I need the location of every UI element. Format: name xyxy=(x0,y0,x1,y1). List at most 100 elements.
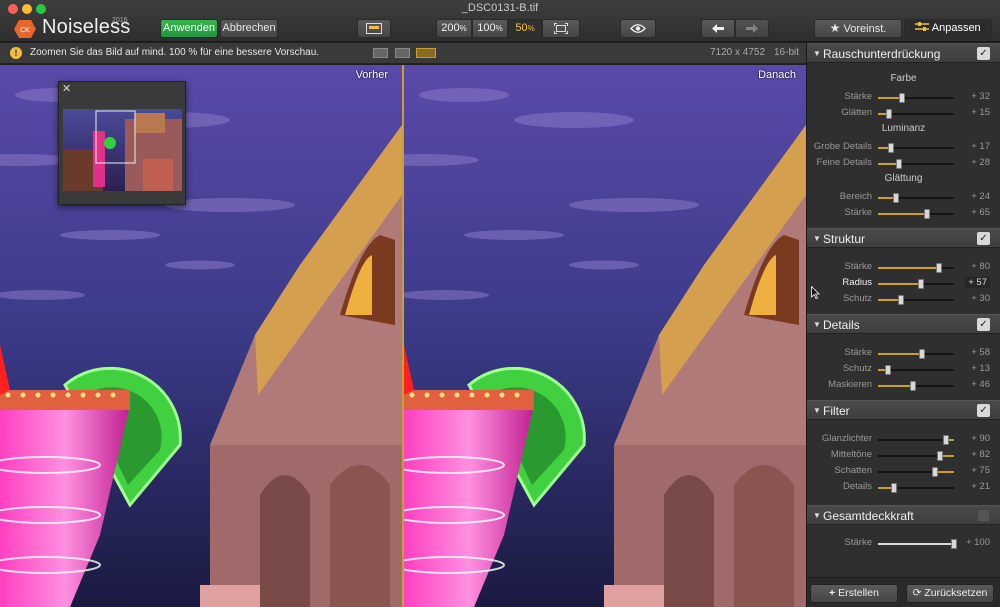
sliders-icon xyxy=(915,22,930,31)
slider-value[interactable]: + 28 xyxy=(971,157,990,168)
slider-value[interactable]: + 90 xyxy=(971,433,990,444)
navigator-thumbnail[interactable] xyxy=(63,109,182,191)
svg-text:CK: CK xyxy=(20,27,30,34)
slider-track[interactable] xyxy=(878,209,954,219)
slider-knob[interactable] xyxy=(899,93,906,103)
section-details[interactable]: ▼ Details ✓ xyxy=(807,314,1000,334)
slider-track[interactable] xyxy=(878,451,954,461)
slider-value[interactable]: + 58 xyxy=(971,347,990,358)
disclosure-triangle-icon[interactable]: ▼ xyxy=(813,511,821,520)
slider-value[interactable]: + 82 xyxy=(971,449,990,460)
redo-button[interactable] xyxy=(735,19,769,38)
cancel-button[interactable]: Abbrechen xyxy=(220,19,278,38)
slider-value[interactable]: + 65 xyxy=(971,207,990,218)
zoom-unit: % xyxy=(495,24,503,33)
slider-value[interactable]: + 13 xyxy=(971,363,990,374)
slider-value[interactable]: + 17 xyxy=(971,141,990,152)
slider-track[interactable] xyxy=(878,263,954,273)
section-overall-opacity[interactable]: ▼ Gesamtdeckkraft xyxy=(807,505,1000,525)
disclosure-triangle-icon[interactable]: ▼ xyxy=(813,234,821,243)
slider-track[interactable] xyxy=(878,295,954,305)
slider-knob[interactable] xyxy=(890,483,897,493)
navigator-panel[interactable]: ✕ xyxy=(58,81,186,205)
slider-knob[interactable] xyxy=(887,143,894,153)
slider-track[interactable] xyxy=(878,109,954,119)
slider-knob[interactable] xyxy=(896,159,903,169)
section-structure[interactable]: ▼ Struktur ✓ xyxy=(807,228,1000,248)
create-preset-button[interactable]: + Erstellen xyxy=(810,584,898,603)
slider-value[interactable]: + 100 xyxy=(966,537,990,548)
slider-row: Stärke + 100 xyxy=(807,537,1000,551)
disclosure-triangle-icon[interactable]: ▼ xyxy=(813,320,821,329)
slider-row: Mitteltöne + 82 xyxy=(807,449,1000,463)
section-enabled-checkbox[interactable]: ✓ xyxy=(977,47,990,60)
slider-value[interactable]: + 15 xyxy=(971,107,990,118)
close-icon[interactable]: ✕ xyxy=(62,82,71,95)
slider-track[interactable] xyxy=(878,159,954,169)
slider-value[interactable]: + 30 xyxy=(971,293,990,304)
slider-knob[interactable] xyxy=(924,209,931,219)
slider-value[interactable]: + 24 xyxy=(971,191,990,202)
slider-row: Glanzlichter + 90 xyxy=(807,433,1000,447)
slider-track[interactable] xyxy=(878,279,954,289)
slider-knob[interactable] xyxy=(951,539,957,549)
view-mode-button[interactable] xyxy=(357,19,391,38)
undo-button[interactable] xyxy=(701,19,735,38)
slider-label: Bereich xyxy=(839,191,872,202)
preview-toggle-button[interactable] xyxy=(620,19,656,38)
section-noise-reduction[interactable]: ▼ Rauschunterdrückung ✓ xyxy=(807,43,1000,63)
slider-track[interactable] xyxy=(878,539,957,549)
slider-knob[interactable] xyxy=(943,435,950,445)
section-enabled-checkbox[interactable]: ✓ xyxy=(977,318,990,331)
slider-track[interactable] xyxy=(878,435,954,445)
section-filter[interactable]: ▼ Filter ✓ xyxy=(807,400,1000,420)
slider-track[interactable] xyxy=(878,365,954,375)
reset-button[interactable]: ⟳ Zurücksetzen xyxy=(906,584,994,603)
slider-label: Glätten xyxy=(841,107,872,118)
zoom-200-button[interactable]: 200% xyxy=(436,19,472,38)
presets-button[interactable]: ★ Voreinst. xyxy=(814,19,902,38)
side-by-side-view-icon[interactable] xyxy=(416,48,436,58)
slider-label: Schutz xyxy=(842,293,872,304)
slider-track[interactable] xyxy=(878,93,954,103)
slider-knob[interactable] xyxy=(893,193,900,203)
adjust-button[interactable]: Anpassen xyxy=(904,19,992,38)
slider-knob[interactable] xyxy=(897,295,904,305)
zoom-100-button[interactable]: 100% xyxy=(472,19,508,38)
section-enabled-checkbox[interactable]: ✓ xyxy=(977,404,990,417)
slider-knob[interactable] xyxy=(884,365,891,375)
disclosure-triangle-icon[interactable]: ▼ xyxy=(813,49,821,58)
slider-knob[interactable] xyxy=(937,451,944,461)
slider-track[interactable] xyxy=(878,143,954,153)
slider-knob[interactable] xyxy=(918,279,925,289)
app-year: 2016 xyxy=(112,17,128,24)
single-view-icon[interactable] xyxy=(373,48,388,58)
slider-knob[interactable] xyxy=(886,109,893,119)
before-label: Vorher xyxy=(355,69,388,81)
slider-row: Feine Details + 28 xyxy=(807,157,1000,171)
slider-track[interactable] xyxy=(878,483,954,493)
after-preview[interactable]: Danach xyxy=(404,65,806,607)
apply-button[interactable]: Anwenden xyxy=(160,19,218,38)
slider-value[interactable]: + 80 xyxy=(971,261,990,272)
slider-value[interactable]: + 21 xyxy=(971,481,990,492)
slider-track[interactable] xyxy=(878,381,954,391)
zoom-fit-button[interactable] xyxy=(542,19,580,38)
slider-track[interactable] xyxy=(878,193,954,203)
view-mode-icon xyxy=(366,23,382,34)
slider-knob[interactable] xyxy=(935,263,942,273)
slider-value[interactable]: + 32 xyxy=(971,91,990,102)
slider-value[interactable]: + 75 xyxy=(971,465,990,476)
slider-value[interactable]: + 46 xyxy=(971,379,990,390)
disclosure-triangle-icon[interactable]: ▼ xyxy=(813,406,821,415)
split-view-icon[interactable] xyxy=(395,48,410,58)
slider-knob[interactable] xyxy=(909,381,916,391)
slider-track[interactable] xyxy=(878,467,954,477)
slider-knob[interactable] xyxy=(919,349,926,359)
slider-knob[interactable] xyxy=(932,467,938,477)
zoom-50-button[interactable]: 50% xyxy=(508,19,542,38)
section-toggle-checkbox[interactable] xyxy=(977,509,990,522)
slider-value[interactable]: + 57 xyxy=(965,277,990,288)
slider-track[interactable] xyxy=(878,349,954,359)
section-enabled-checkbox[interactable]: ✓ xyxy=(977,232,990,245)
